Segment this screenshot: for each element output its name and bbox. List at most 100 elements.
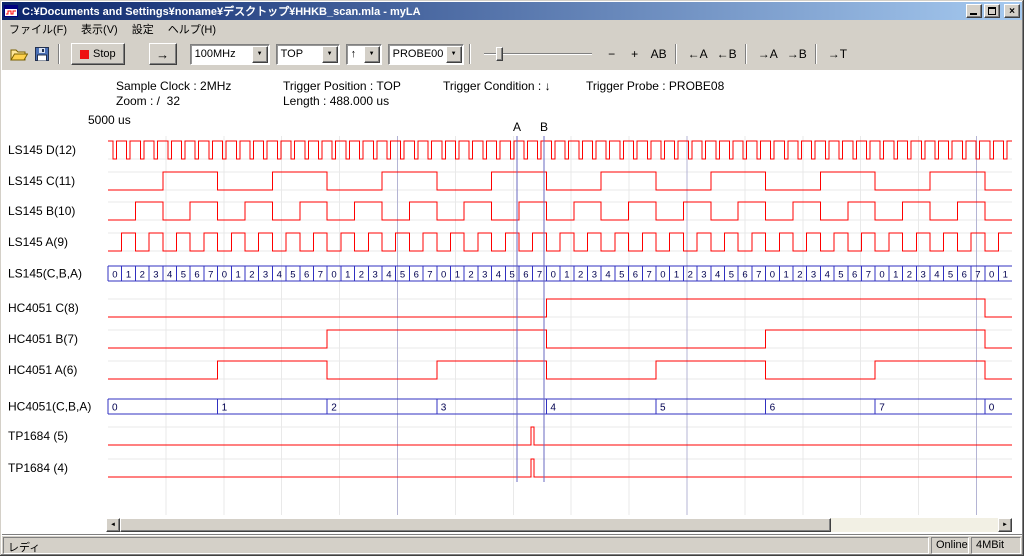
signal-label: TP1684 (5) — [8, 429, 68, 443]
waveform-area: Sample Clock : 2MHz Trigger Position : T… — [2, 70, 1022, 534]
bus-value: 5 — [660, 403, 666, 414]
bus-value: 7 — [866, 270, 871, 281]
bus-value: 0 — [112, 403, 118, 414]
stop-button[interactable]: Stop — [71, 43, 125, 65]
bus-value: 2 — [578, 270, 583, 281]
sample-clock-select[interactable]: 100MHz ▼ — [190, 44, 270, 65]
save-floppy-icon — [35, 47, 49, 61]
bus-value: 4 — [825, 270, 830, 281]
bus-value: 1 — [564, 270, 569, 281]
goto-b-right-button[interactable]: →B — [784, 44, 810, 64]
bus-value: 0 — [441, 270, 446, 281]
bus-value: 4 — [167, 270, 172, 281]
goto-trigger-button[interactable]: →T — [825, 44, 850, 64]
bus-value: 4 — [934, 270, 939, 281]
signal-trace — [108, 427, 1012, 445]
bus-value: 0 — [770, 270, 775, 281]
minimize-button[interactable] — [966, 4, 982, 18]
open-folder-icon — [10, 47, 28, 61]
bus-value: 1 — [222, 403, 228, 414]
bus-value: 0 — [222, 270, 227, 281]
bus-value: 7 — [208, 270, 213, 281]
close-button[interactable]: × — [1004, 4, 1020, 18]
bus-value: 5 — [838, 270, 843, 281]
app-window: C:¥Documents and Settings¥noname¥デスクトップ¥… — [0, 0, 1024, 556]
bus-value: 4 — [496, 270, 501, 281]
maximize-icon — [988, 7, 996, 15]
menu-settings[interactable]: 設定 — [125, 19, 161, 39]
bus-value: 3 — [263, 270, 268, 281]
waveform-plot: LS145 D(12)LS145 C(11)LS145 B(10)LS145 A… — [2, 70, 1022, 534]
bus-value: 0 — [660, 270, 665, 281]
zoom-slider[interactable] — [484, 44, 592, 64]
signal-trace — [108, 172, 1012, 190]
window-title: C:¥Documents and Settings¥noname¥デスクトップ¥… — [22, 3, 964, 19]
signal-label: HC4051 A(6) — [8, 363, 77, 377]
bus-value: 3 — [482, 270, 487, 281]
save-button[interactable] — [30, 43, 53, 65]
bus-value: 6 — [852, 270, 857, 281]
zoom-in-button[interactable]: + — [625, 44, 645, 64]
bus-value: 6 — [194, 270, 199, 281]
stop-label: Stop — [93, 48, 116, 60]
goto-a-right-button[interactable]: →A — [755, 44, 781, 64]
signal-label: HC4051 B(7) — [8, 332, 78, 346]
bus-value: 3 — [592, 270, 597, 281]
bus-value: 2 — [468, 270, 473, 281]
goto-a-left-button[interactable]: ←A — [685, 44, 711, 64]
signal-trace — [108, 330, 1012, 348]
trigger-position-value: TOP — [277, 48, 321, 60]
bus-value: 6 — [304, 270, 309, 281]
scroll-track[interactable] — [120, 518, 998, 532]
signal-label: LS145 D(12) — [8, 143, 76, 157]
scroll-right-button[interactable]: ► — [998, 518, 1012, 532]
app-icon — [4, 4, 18, 18]
bus-value: 5 — [948, 270, 953, 281]
bus-value: 2 — [907, 270, 912, 281]
chevron-down-icon[interactable]: ▼ — [446, 46, 462, 63]
slider-thumb[interactable] — [496, 47, 503, 61]
bus-value: 4 — [550, 403, 556, 414]
trigger-edge-select[interactable]: ↑ ▼ — [346, 44, 382, 65]
run-button[interactable]: → — [149, 43, 177, 65]
ab-button[interactable]: AB — [648, 44, 670, 64]
toolbar-separator — [675, 44, 677, 64]
bus-value: 1 — [893, 270, 898, 281]
chevron-down-icon[interactable]: ▼ — [252, 46, 268, 63]
statusbar: レディ Online 4MBit — [2, 534, 1022, 554]
bus-value: 7 — [647, 270, 652, 281]
maximize-button[interactable] — [984, 4, 1000, 18]
zoom-out-button[interactable]: − — [602, 44, 622, 64]
bus-value: 6 — [962, 270, 967, 281]
bus-value: 6 — [414, 270, 419, 281]
menubar: ファイル(F) 表示(V) 設定 ヘルプ(H) — [2, 20, 1022, 38]
bus-value: 6 — [742, 270, 747, 281]
marker-label: A — [513, 120, 521, 134]
menu-view[interactable]: 表示(V) — [74, 19, 125, 39]
horizontal-scrollbar[interactable]: ◄ ► — [106, 518, 1012, 532]
status-message: レディ — [3, 537, 929, 554]
bus-value: 4 — [605, 270, 610, 281]
signal-trace — [108, 459, 1012, 477]
open-button[interactable] — [7, 43, 30, 65]
bus-value: 3 — [811, 270, 816, 281]
trigger-position-select[interactable]: TOP ▼ — [276, 44, 340, 65]
marker-label: B — [540, 120, 548, 134]
bus-value: 3 — [373, 270, 378, 281]
bus-value: 0 — [551, 270, 556, 281]
chevron-down-icon[interactable]: ▼ — [364, 46, 380, 63]
bus-value: 7 — [975, 270, 980, 281]
menu-help[interactable]: ヘルプ(H) — [161, 19, 223, 39]
bus-value: 2 — [249, 270, 254, 281]
goto-b-left-button[interactable]: ←B — [714, 44, 740, 64]
bus-value: 3 — [921, 270, 926, 281]
stop-icon — [80, 50, 89, 59]
titlebar: C:¥Documents and Settings¥noname¥デスクトップ¥… — [2, 2, 1022, 20]
trigger-probe-select[interactable]: PROBE00 ▼ — [388, 44, 464, 65]
chevron-down-icon[interactable]: ▼ — [322, 46, 338, 63]
bus-value: 7 — [427, 270, 432, 281]
scroll-left-button[interactable]: ◄ — [106, 518, 120, 532]
menu-file[interactable]: ファイル(F) — [2, 19, 74, 39]
signal-label: HC4051(C,B,A) — [8, 400, 91, 414]
scroll-thumb[interactable] — [120, 518, 831, 532]
